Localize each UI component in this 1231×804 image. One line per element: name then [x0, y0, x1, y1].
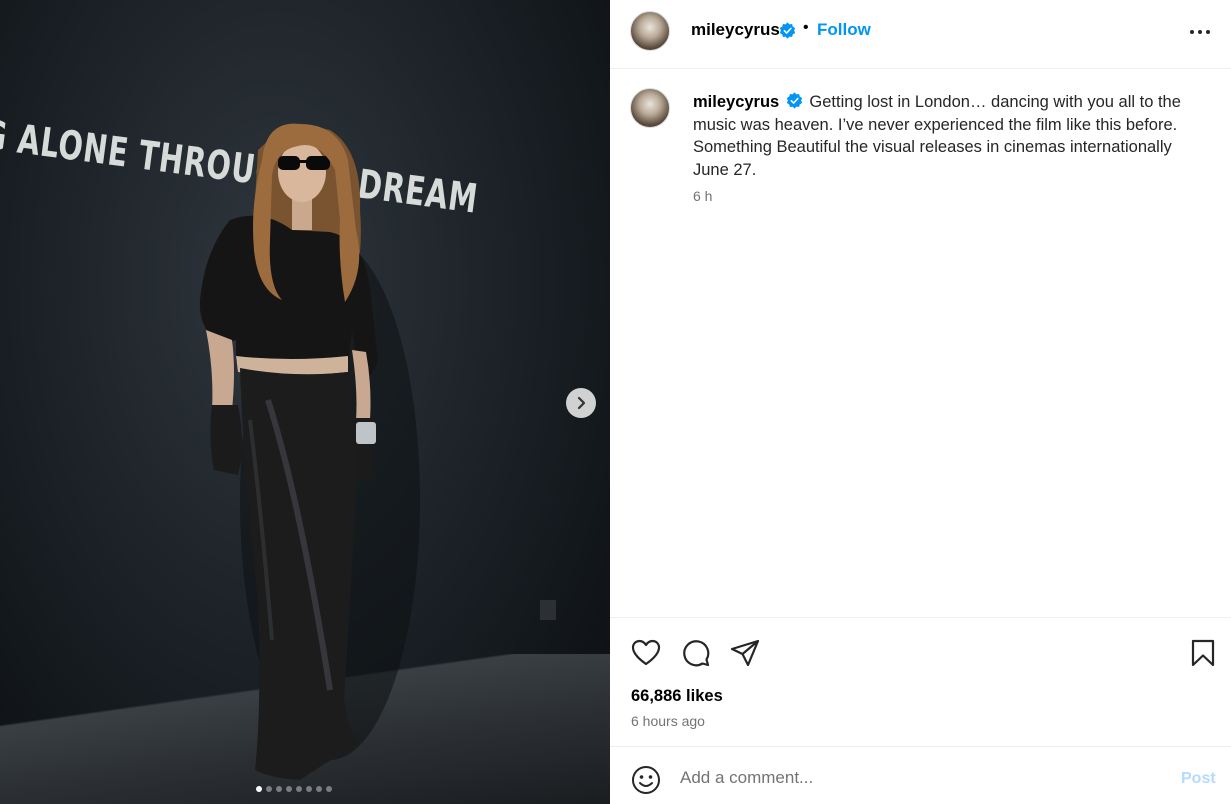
- more-options-icon[interactable]: [1188, 22, 1212, 42]
- post-side-panel: mileycyrus • Follow mileycyrus Getting l…: [610, 0, 1231, 804]
- post-comment-button[interactable]: Post: [1181, 770, 1216, 788]
- post-actions: 66,886 likes 6 hours ago: [610, 617, 1231, 745]
- post-timestamp: 6 hours ago: [631, 713, 705, 729]
- person-photo: [199, 123, 556, 780]
- likes-count[interactable]: 66,886 likes: [631, 687, 723, 706]
- comment-icon[interactable]: [680, 637, 712, 669]
- bookmark-icon[interactable]: [1187, 637, 1219, 669]
- emoji-icon[interactable]: [631, 765, 661, 795]
- slide-dot: [316, 786, 322, 792]
- follow-button[interactable]: Follow: [817, 20, 871, 40]
- heart-icon[interactable]: [630, 637, 662, 669]
- slide-dot: [306, 786, 312, 792]
- caption-avatar[interactable]: [630, 88, 670, 128]
- comment-bar: Post: [610, 746, 1231, 804]
- slide-indicator: [256, 786, 332, 792]
- post-media[interactable]: G ALONE THROUG CID DREAM: [0, 0, 610, 804]
- slide-dot: [266, 786, 272, 792]
- slide-dot: [276, 786, 282, 792]
- next-slide-button[interactable]: [566, 388, 596, 418]
- caption-username[interactable]: mileycyrus: [693, 93, 779, 111]
- verified-badge-icon: [786, 92, 802, 109]
- slide-dot: [326, 786, 332, 792]
- verified-badge-icon: [779, 22, 796, 39]
- slide-dot: [256, 786, 262, 792]
- caption-timestamp[interactable]: 6 h: [693, 188, 712, 204]
- send-icon[interactable]: [729, 637, 761, 669]
- chevron-right-icon: [577, 396, 586, 410]
- slide-dot: [286, 786, 292, 792]
- author-username[interactable]: mileycyrus: [691, 20, 780, 40]
- separator-dot: •: [803, 19, 809, 36]
- slide-dot: [296, 786, 302, 792]
- author-avatar[interactable]: [630, 11, 670, 51]
- post-header: mileycyrus • Follow: [610, 0, 1231, 69]
- comment-input[interactable]: [680, 764, 1150, 792]
- caption-text: mileycyrus Getting lost in London… danci…: [693, 91, 1193, 181]
